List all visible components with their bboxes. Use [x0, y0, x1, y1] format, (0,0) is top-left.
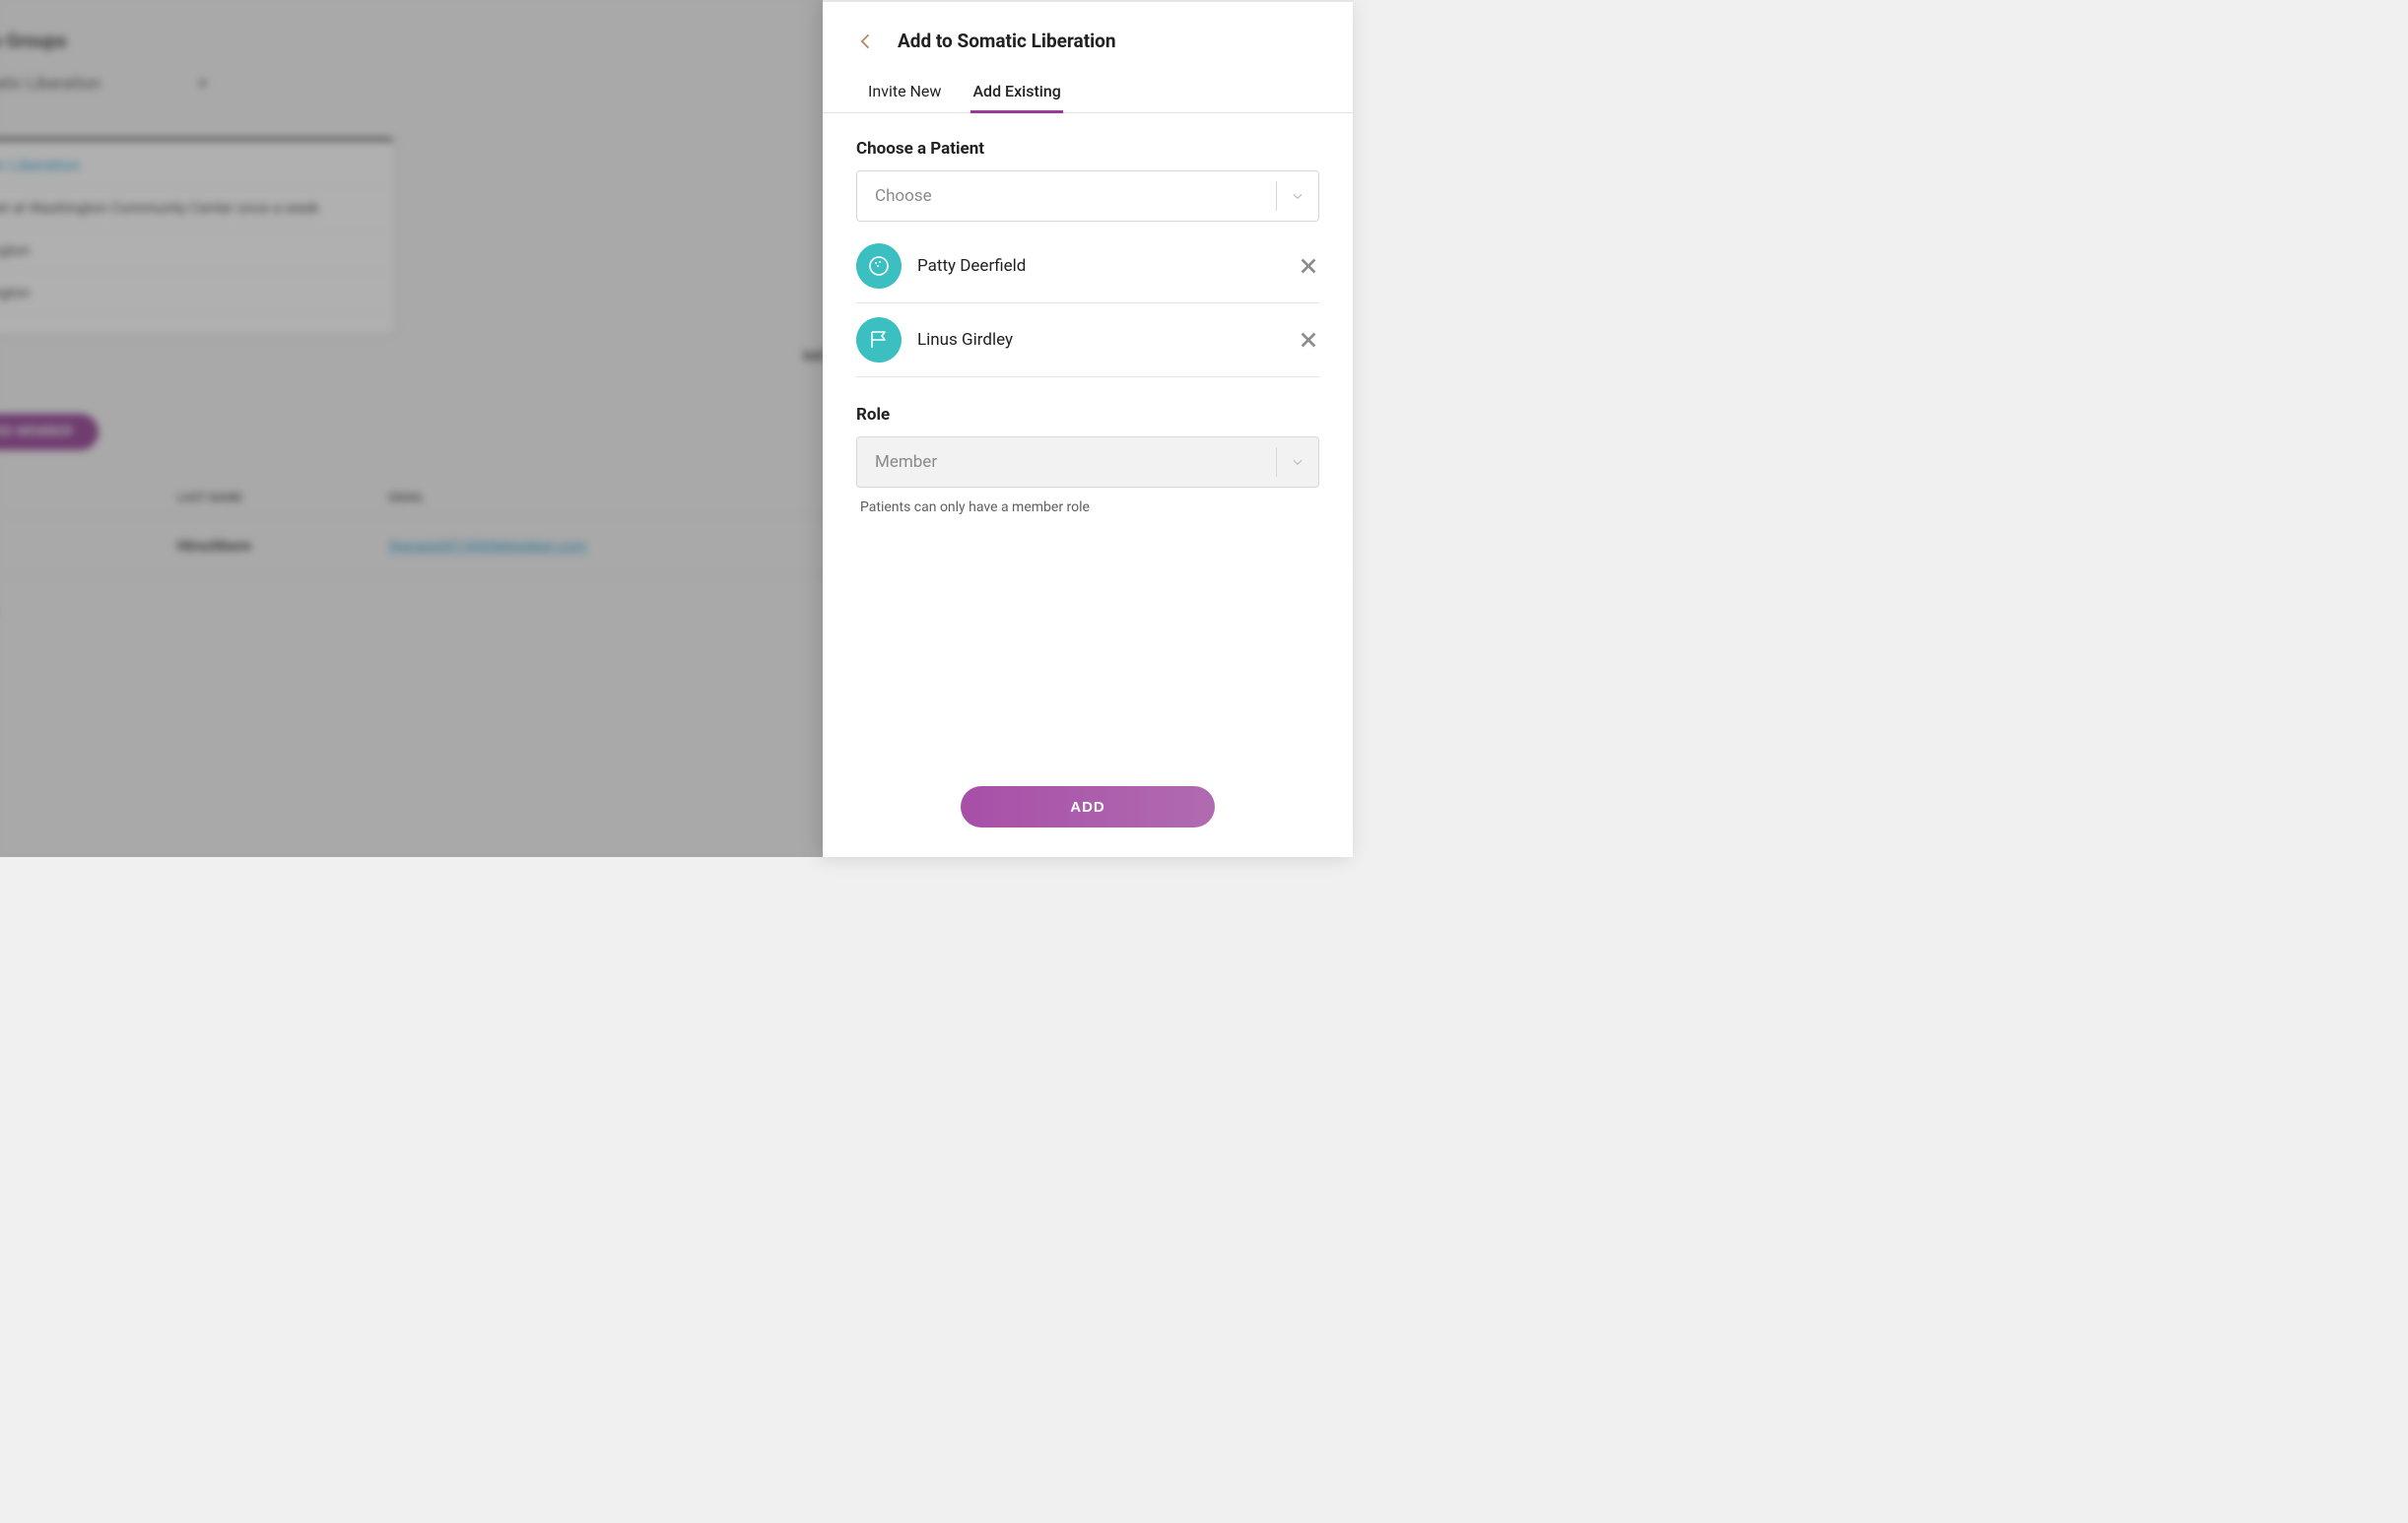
- tabs: Invite New Add Existing: [823, 74, 1353, 113]
- add-member-panel: Add to Somatic Liberation Invite New Add…: [823, 0, 1353, 857]
- choose-patient-label: Choose a Patient: [856, 139, 1319, 159]
- remove-patient-icon[interactable]: [1298, 255, 1319, 277]
- patient-row: Linus Girdley: [856, 303, 1319, 377]
- patient-select[interactable]: Choose: [856, 170, 1319, 222]
- panel-footer: ADD: [823, 766, 1353, 857]
- chevron-down-icon: [1291, 189, 1304, 203]
- tab-add-existing[interactable]: Add Existing: [970, 74, 1062, 113]
- select-arrow-wrap: [1276, 447, 1304, 477]
- remove-patient-icon[interactable]: [1298, 329, 1319, 351]
- patient-name: Linus Girdley: [917, 330, 1282, 350]
- panel-title: Add to Somatic Liberation: [898, 30, 1116, 52]
- patient-row: Patty Deerfield: [856, 230, 1319, 303]
- select-arrow-wrap: [1276, 181, 1304, 211]
- tab-invite-new[interactable]: Invite New: [866, 74, 943, 113]
- panel-header: Add to Somatic Liberation: [823, 2, 1353, 74]
- role-label: Role: [856, 405, 1319, 425]
- chevron-down-icon: [1291, 455, 1304, 469]
- avatar: [856, 317, 902, 363]
- role-select: Member: [856, 436, 1319, 488]
- role-helper-text: Patients can only have a member role: [856, 499, 1319, 515]
- add-button[interactable]: ADD: [961, 786, 1215, 828]
- flag-icon: [867, 328, 891, 352]
- panel-body: Choose a Patient Choose Patt: [823, 113, 1353, 766]
- avatar: [856, 243, 902, 289]
- back-chevron-icon[interactable]: [856, 32, 876, 51]
- role-section: Role Member Patients can only have a mem…: [856, 405, 1319, 515]
- role-value: Member: [875, 452, 937, 472]
- bowling-icon: [867, 254, 891, 278]
- selected-patients-list: Patty Deerfield Linus Girdley: [856, 230, 1319, 377]
- patient-name: Patty Deerfield: [917, 256, 1282, 276]
- patient-select-placeholder: Choose: [875, 186, 932, 206]
